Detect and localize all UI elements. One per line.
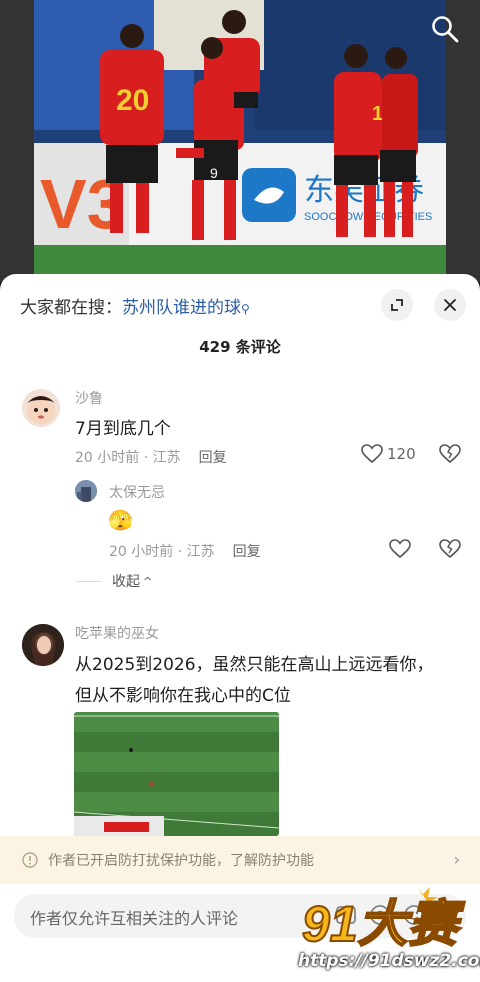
comment-count-title: 429 条评论 (199, 338, 281, 356)
comment-input-placeholder: 作者仅允许互相关注的人评论 (30, 909, 239, 928)
reply-button[interactable]: 回复 (199, 450, 227, 466)
hot-search-keyword[interactable]: 苏州队谁进的球 (122, 298, 241, 318)
protection-notice[interactable]: 作者已开启防打扰保护功能，了解防护功能 › (0, 836, 480, 884)
chevron-right-icon: › (453, 850, 460, 869)
comment-meta: 20 小时前 · 江苏 回复 (75, 447, 227, 467)
broken-heart-icon (439, 444, 461, 464)
emoji-icon[interactable] (402, 903, 426, 927)
like-button[interactable]: 120 (361, 444, 416, 464)
close-button[interactable] (434, 289, 466, 321)
image-picker-icon[interactable] (334, 903, 358, 927)
like-count: 120 (387, 445, 416, 463)
hot-search-prefix: 大家都在搜： (20, 298, 122, 318)
hot-search-bar[interactable]: 大家都在搜：苏州队谁进的球⚲ (20, 293, 250, 318)
input-icons (334, 903, 426, 927)
small-search-icon: ⚲ (241, 302, 250, 316)
close-icon (444, 299, 456, 311)
avatar-2[interactable] (22, 624, 64, 666)
building-avatar-image (75, 480, 97, 502)
mention-icon[interactable] (368, 903, 392, 927)
comment-image[interactable] (74, 712, 279, 836)
comment-sheet: 大家都在搜：苏州队谁进的球⚲ 429 条评论 沙鲁 7月到底几个 20 小时前 … (0, 274, 480, 982)
baby-avatar-image (27, 396, 55, 424)
video-search-button[interactable] (430, 14, 460, 44)
divider (76, 580, 102, 582)
info-icon (22, 852, 38, 868)
video-frame: V3 东吴证券 SOOCHOW SECURITIES 20 (34, 0, 446, 282)
broken-heart-icon (439, 539, 461, 559)
reply-meta: 20 小时前 · 江苏 回复 (109, 541, 261, 561)
collapse-replies-button[interactable]: 收起 ^ (76, 571, 152, 591)
reply-dislike-button[interactable] (439, 539, 461, 563)
jersey-number-9: 9 (210, 165, 218, 181)
avatar[interactable] (22, 389, 60, 427)
collapse-label: 收起 (112, 574, 140, 590)
comment-2-text-line2: 但从不影响你在我心中的C位 (75, 686, 291, 706)
reply-avatar[interactable] (75, 480, 97, 502)
reply-reply-button[interactable]: 回复 (233, 544, 261, 560)
comment-input[interactable]: 作者仅允许互相关注的人评论 (14, 894, 466, 938)
comment-text: 7月到底几个 (75, 419, 171, 439)
video-player[interactable]: V3 东吴证券 SOOCHOW SECURITIES 20 (0, 0, 480, 282)
woman-avatar-image (22, 624, 64, 666)
comment-time-location: 20 小时前 · 江苏 (75, 450, 181, 466)
comment-2-username[interactable]: 吃苹果的巫女 (75, 623, 159, 643)
chevron-up-icon: ^ (143, 574, 153, 588)
match-scene: V3 东吴证券 SOOCHOW SECURITIES 20 (34, 0, 446, 282)
comment-2-text-line1: 从2025到2026，虽然只能在高山上远远看你， (75, 655, 434, 675)
reply-like-button[interactable] (389, 539, 411, 559)
dislike-button[interactable] (439, 444, 461, 468)
heart-icon (361, 444, 383, 464)
shrink-icon (391, 299, 403, 311)
reply-time-location: 20 小时前 · 江苏 (109, 544, 215, 560)
reply-text-emoji: 🫣 (108, 508, 133, 532)
reply-username[interactable]: 太保无忌 (109, 482, 165, 502)
comment-username[interactable]: 沙鲁 (75, 388, 103, 408)
heart-icon (389, 539, 411, 559)
protection-notice-text: 作者已开启防打扰保护功能，了解防护功能 (48, 853, 314, 869)
video-letterbox-left (0, 0, 34, 282)
search-icon (432, 16, 459, 43)
pitch-photo (74, 712, 279, 836)
collapse-sheet-button[interactable] (381, 289, 413, 321)
jersey-number-20: 20 (116, 84, 149, 117)
